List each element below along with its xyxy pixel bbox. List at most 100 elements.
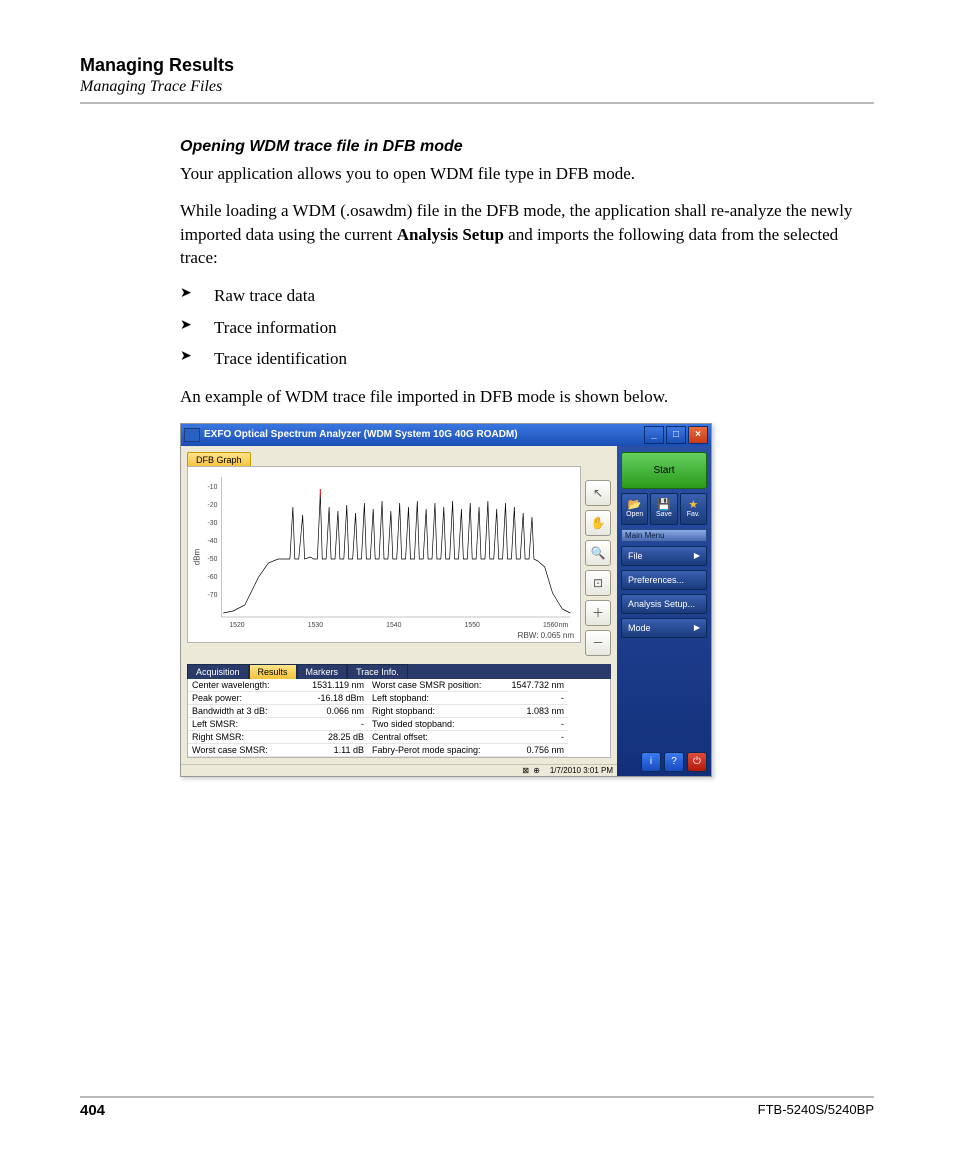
result-value: 28.25 dB <box>298 731 368 744</box>
help-button[interactable]: ? <box>664 752 684 772</box>
svg-text:-70: -70 <box>207 592 217 599</box>
result-label: Worst case SMSR: <box>188 744 298 757</box>
spectrum-plot: -10 -20 -30 -40 -50 -60 -70 dBm <box>187 466 581 643</box>
svg-text:1550: 1550 <box>465 622 480 629</box>
dfb-graph-tab[interactable]: DFB Graph <box>187 452 251 467</box>
open-label: Open <box>626 511 643 518</box>
chevron-right-icon: ▶ <box>694 623 700 632</box>
app-icon <box>184 428 200 442</box>
paragraph: An example of WDM trace file imported in… <box>180 385 864 408</box>
tab-markers[interactable]: Markers <box>297 664 348 679</box>
result-label: Two sided stopband: <box>368 718 498 731</box>
pointer-icon: ↖ <box>593 486 603 500</box>
zoom-area-tool[interactable]: 🔍 <box>585 540 611 566</box>
menu-file[interactable]: File ▶ <box>621 546 707 566</box>
result-value: 1531.119 nm <box>298 679 368 692</box>
result-value: 0.756 nm <box>498 744 568 757</box>
results-table: Center wavelength: 1531.119 nm Worst cas… <box>187 679 611 758</box>
page-number: 404 <box>80 1102 105 1119</box>
list-item: Raw trace data <box>180 284 864 308</box>
result-value: - <box>498 692 568 705</box>
svg-text:-50: -50 <box>207 556 217 563</box>
hand-tool[interactable]: ✋ <box>585 510 611 536</box>
result-label: Center wavelength: <box>188 679 298 692</box>
svg-text:1560: 1560 <box>543 622 558 629</box>
menu-label: Mode <box>628 623 651 633</box>
chevron-right-icon: ▶ <box>694 551 700 560</box>
zoom-in-tool[interactable]: ＋ <box>585 600 611 626</box>
bold-text: Analysis Setup <box>397 225 504 244</box>
list-item: Trace information <box>180 316 864 340</box>
save-button[interactable]: 💾 Save <box>650 493 677 525</box>
section-subtitle: Managing Trace Files <box>80 78 874 96</box>
list-item: Trace identification <box>180 347 864 371</box>
title-bar: EXFO Optical Spectrum Analyzer (WDM Syst… <box>181 424 711 446</box>
menu-header: Main Menu <box>621 529 707 542</box>
result-label: Worst case SMSR position: <box>368 679 498 692</box>
chart-svg: -10 -20 -30 -40 -50 -60 -70 dBm <box>188 467 580 642</box>
sub-heading: Opening WDM trace file in DFB mode <box>180 138 864 156</box>
start-button[interactable]: Start <box>621 452 707 489</box>
bullet-list: Raw trace data Trace information Trace i… <box>180 284 864 371</box>
result-label: Left stopband: <box>368 692 498 705</box>
svg-text:1530: 1530 <box>308 622 323 629</box>
svg-text:dBm: dBm <box>193 548 202 565</box>
menu-preferences[interactable]: Preferences... <box>621 570 707 590</box>
zoom-fit-tool[interactable]: ⊡ <box>585 570 611 596</box>
tab-acquisition[interactable]: Acquisition <box>187 664 249 679</box>
status-icons: ⊠ ⊕ <box>522 766 541 775</box>
open-button[interactable]: 📂 Open <box>621 493 648 525</box>
info-icon: i <box>650 756 652 767</box>
result-value: - <box>498 718 568 731</box>
results-tabs: Acquisition Results Markers Trace Info. <box>187 664 611 679</box>
result-label: Right SMSR: <box>188 731 298 744</box>
hand-icon: ✋ <box>591 516 606 530</box>
menu-mode[interactable]: Mode ▶ <box>621 618 707 638</box>
result-value: 1.083 nm <box>498 705 568 718</box>
pointer-tool[interactable]: ↖ <box>585 480 611 506</box>
svg-text:-20: -20 <box>207 502 217 509</box>
tab-results[interactable]: Results <box>249 664 297 679</box>
menu-label: Analysis Setup... <box>628 599 695 609</box>
svg-text:1520: 1520 <box>229 622 244 629</box>
close-button[interactable]: × <box>688 426 708 444</box>
tab-trace-info[interactable]: Trace Info. <box>347 664 408 679</box>
menu-label: Preferences... <box>628 575 684 585</box>
svg-text:-30: -30 <box>207 520 217 527</box>
zoom-out-icon: － <box>592 634 604 651</box>
app-screenshot: EXFO Optical Spectrum Analyzer (WDM Syst… <box>180 423 712 777</box>
result-label: Fabry-Perot mode spacing: <box>368 744 498 757</box>
result-label: Peak power: <box>188 692 298 705</box>
section-title: Managing Results <box>80 55 874 76</box>
zoom-out-tool[interactable]: － <box>585 630 611 656</box>
result-value: 1547.732 nm <box>498 679 568 692</box>
exit-button[interactable]: ⏻ <box>687 752 707 772</box>
right-panel: Start 📂 Open 💾 Save ★ Fav. Main Me <box>617 446 711 776</box>
info-button[interactable]: i <box>641 752 661 772</box>
divider <box>80 102 874 104</box>
fav-button[interactable]: ★ Fav. <box>680 493 707 525</box>
folder-open-icon: 📂 <box>628 500 642 511</box>
result-value: -16.18 dBm <box>298 692 368 705</box>
result-label: Left SMSR: <box>188 718 298 731</box>
maximize-button[interactable]: □ <box>666 426 686 444</box>
status-time: 1/7/2010 3:01 PM <box>550 766 613 775</box>
zoom-in-icon: ＋ <box>592 604 604 621</box>
save-icon: 💾 <box>657 500 671 511</box>
window-title: EXFO Optical Spectrum Analyzer (WDM Syst… <box>204 429 644 440</box>
model-label: FTB-5240S/5240BP <box>758 1102 874 1119</box>
svg-text:nm: nm <box>559 622 569 629</box>
minimize-button[interactable]: _ <box>644 426 664 444</box>
svg-text:-60: -60 <box>207 574 217 581</box>
help-icon: ? <box>671 756 677 767</box>
result-value: 1.11 dB <box>298 744 368 757</box>
footer-divider <box>80 1096 874 1098</box>
star-icon: ★ <box>688 500 698 511</box>
result-value: - <box>298 718 368 731</box>
svg-text:-10: -10 <box>207 484 217 491</box>
rbw-label: RBW: 0.065 nm <box>518 631 574 640</box>
menu-analysis-setup[interactable]: Analysis Setup... <box>621 594 707 614</box>
zoom-area-icon: 🔍 <box>591 546 606 560</box>
status-bar: ⊠ ⊕ 1/7/2010 3:01 PM <box>181 764 617 776</box>
power-icon: ⏻ <box>693 756 701 767</box>
